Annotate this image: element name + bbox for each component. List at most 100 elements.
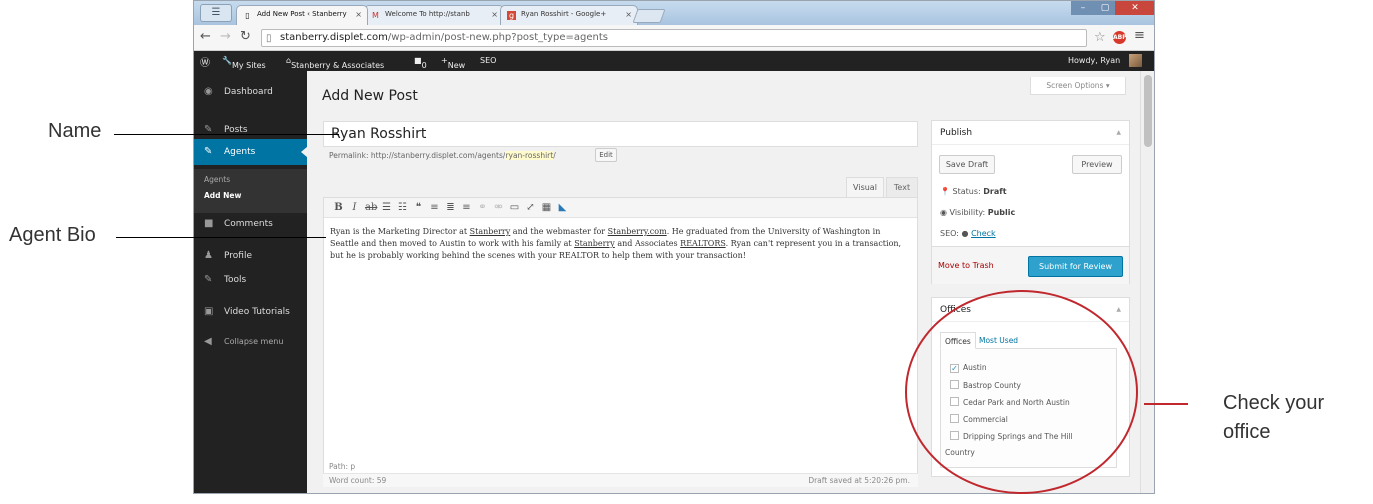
sidebar-item-label: Video Tutorials [224, 307, 290, 317]
status-value: Draft [983, 187, 1007, 196]
seo-row: SEO: ● Check [940, 229, 996, 238]
strikethrough-icon[interactable]: ab [365, 201, 377, 214]
address-bar[interactable]: ▯ stanberry.displet.com/wp-admin/post-ne… [261, 29, 1087, 47]
scrollbar-thumb[interactable] [1144, 75, 1152, 147]
sidebar-item-profile[interactable]: ♟ Profile [194, 243, 307, 269]
editor-toolbar: B I ab ☰ ☷ ❝ ≡ ≣ ≡ ⚭ ⚮ ▭ ⤢ ▦ ◣ [324, 198, 917, 218]
comments-count: 0 [421, 61, 427, 70]
callout-name: Name [48, 120, 102, 142]
new-tab-button[interactable] [632, 9, 666, 23]
bookmark-star-icon[interactable]: ☆ [1094, 30, 1106, 45]
unlink-icon[interactable]: ⚮ [493, 201, 504, 214]
bio-text-part: Stanberry [469, 227, 511, 236]
page-title: Add New Post [322, 88, 418, 104]
edit-permalink-button[interactable]: Edit [595, 148, 617, 162]
tab-title: Add New Post ‹ Stanberry [257, 10, 347, 18]
sidebar-item-dashboard[interactable]: ◉ Dashboard [194, 79, 307, 105]
insert-media-icon[interactable]: ◣ [557, 201, 568, 214]
reload-icon[interactable]: ↻ [240, 29, 251, 44]
preview-button[interactable]: Preview [1072, 155, 1122, 174]
toolbar-toggle-icon[interactable]: ▦ [541, 201, 552, 214]
close-icon[interactable]: × [625, 10, 632, 19]
tab-text[interactable]: Text [886, 177, 918, 197]
sidebar-item-agents[interactable]: ✎ Agents [194, 139, 307, 165]
sidebar-item-label: Profile [224, 251, 252, 261]
link-icon[interactable]: ⚭ [477, 201, 488, 214]
sidebar-item-comments[interactable]: ■ Comments [194, 211, 307, 237]
url-path: /wp-admin/post-new.php?post_type=agents [387, 32, 608, 43]
comments-count-link[interactable]: ■ 0 [414, 56, 427, 70]
avatar[interactable] [1129, 54, 1142, 67]
collapse-arrow-icon[interactable]: ▲ [1116, 121, 1121, 145]
minimize-button[interactable]: – [1071, 1, 1095, 15]
seo-link[interactable]: SEO [480, 56, 496, 65]
visibility-value: Public [987, 208, 1016, 217]
page-scrollbar[interactable] [1140, 71, 1154, 493]
bold-icon[interactable]: B [333, 201, 344, 214]
publish-box-title[interactable]: Publish ▲ [932, 121, 1129, 145]
pin-icon: ✎ [204, 146, 213, 157]
collapse-arrow-icon[interactable]: ▲ [1116, 298, 1121, 322]
submenu-item-agents[interactable]: Agents [204, 175, 230, 184]
tab-welcome[interactable]: M Welcome To http://stanb × [364, 5, 504, 25]
visibility-row: ◉ Visibility: Public [940, 208, 1015, 217]
screen-options-button[interactable]: Screen Options ▾ [1030, 77, 1126, 95]
editor-path: Path: p [329, 462, 356, 471]
page-icon: ▯ [245, 11, 250, 20]
close-icon[interactable]: × [355, 10, 362, 19]
wordpress-icon[interactable]: Ⓦ [200, 54, 210, 69]
callout-check-office-line2: office [1223, 421, 1271, 443]
wp-admin-bar: Ⓦ 🔧 My Sites ⌂ Stanberry & Associates ■ … [194, 51, 1154, 71]
numbered-list-icon[interactable]: ☷ [397, 201, 408, 214]
tab-visual[interactable]: Visual [846, 177, 884, 197]
blockquote-icon[interactable]: ❝ [413, 201, 424, 214]
post-title-input[interactable]: Ryan Rosshirt [323, 121, 918, 147]
align-center-icon[interactable]: ≣ [445, 201, 456, 214]
post-editor[interactable]: B I ab ☰ ☷ ❝ ≡ ≣ ≡ ⚭ ⚮ ▭ ⤢ ▦ ◣ Ryan is t… [323, 197, 918, 487]
forward-arrow-icon[interactable]: → [220, 29, 231, 44]
italic-icon[interactable]: I [349, 201, 360, 214]
page-icon: ▯ [266, 33, 272, 44]
bullet-list-icon[interactable]: ☰ [381, 201, 392, 214]
save-draft-button[interactable]: Save Draft [939, 155, 995, 174]
tab-google-plus[interactable]: g Ryan Rosshirt - Google+ × [500, 5, 638, 25]
bio-text-part: Stanberry.com [607, 227, 667, 236]
sidebar-item-video-tutorials[interactable]: ▣ Video Tutorials [194, 299, 307, 325]
fullscreen-icon[interactable]: ⤢ [525, 201, 536, 214]
read-more-icon[interactable]: ▭ [509, 201, 520, 214]
callout-line-agent-bio [116, 237, 326, 238]
submenu-item-add-new[interactable]: Add New [204, 191, 241, 200]
publish-actions: Move to Trash Submit for Review [932, 246, 1129, 284]
tab-add-new-post[interactable]: ▯ Add New Post ‹ Stanberry × [236, 5, 368, 25]
word-count: Word count: 59 [329, 476, 387, 485]
sidebar-item-collapse[interactable]: ◀ Collapse menu [194, 329, 307, 355]
collapse-icon: ◀ [204, 336, 212, 347]
site-name-link[interactable]: ⌂ Stanberry & Associates [286, 56, 384, 70]
permalink-slug[interactable]: ryan-rosshirt [505, 151, 554, 160]
url-host: stanberry.displet.com [280, 32, 388, 43]
align-left-icon[interactable]: ≡ [429, 201, 440, 214]
seo-check-link[interactable]: Check [971, 229, 996, 238]
new-content-link[interactable]: + New [441, 56, 465, 70]
figure: ☰ ▯ Add New Post ‹ Stanberry × M Welcome… [0, 0, 1373, 504]
permalink: Permalink: http://stanberry.displet.com/… [329, 151, 556, 160]
maximize-button[interactable]: ▢ [1095, 1, 1115, 15]
sidebar-item-tools[interactable]: ✎ Tools [194, 267, 307, 293]
menu-icon[interactable]: ≡ [1134, 28, 1145, 43]
my-sites-link[interactable]: 🔧 My Sites [222, 56, 266, 70]
close-icon[interactable]: × [491, 10, 498, 19]
submit-for-review-button[interactable]: Submit for Review [1028, 256, 1123, 277]
browser-app-icon[interactable]: ☰ [200, 4, 232, 22]
tab-all-offices[interactable]: Offices [940, 332, 976, 349]
close-window-button[interactable]: ✕ [1115, 1, 1154, 15]
agent-bio-text[interactable]: Ryan is the Marketing Director at Stanbe… [330, 226, 910, 262]
publish-title-label: Publish [940, 128, 973, 138]
publish-box: Publish ▲ Save Draft Preview 📍 Status: Dr… [931, 120, 1130, 284]
permalink-base: http://stanberry.displet.com/agents/ [370, 151, 506, 160]
callout-line-name [114, 134, 339, 135]
back-arrow-icon[interactable]: ← [200, 29, 211, 44]
align-right-icon[interactable]: ≡ [461, 201, 472, 214]
move-to-trash-link[interactable]: Move to Trash [938, 261, 994, 270]
adblock-icon[interactable]: ABP [1113, 31, 1127, 44]
howdy-user-link[interactable]: Howdy, Ryan [1068, 56, 1120, 65]
